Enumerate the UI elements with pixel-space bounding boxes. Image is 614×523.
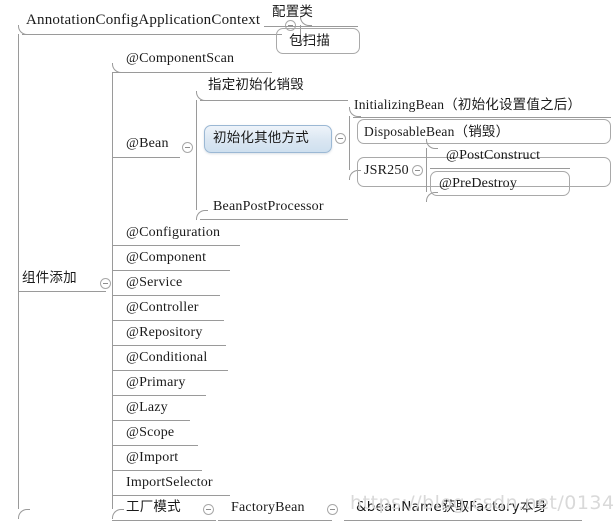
trunk-jsr250-children-lower [426,170,427,192]
node-repository[interactable]: @Repository [126,326,203,340]
trunk-level2-lower [112,290,113,509]
trunk-initother-children-lower [349,138,350,170]
node-configuration[interactable]: @Configuration [126,226,220,240]
elbow-root-to-bottom [18,509,30,519]
toggle-root[interactable] [100,278,111,289]
underline-conditional [112,370,228,371]
node-bean[interactable]: @Bean [126,137,169,151]
node-init-other-ways[interactable]: 初始化其他方式 [213,131,309,146]
trunk-bean-children-lower [196,147,197,210]
node-specify-init-destroy[interactable]: 指定初始化销毁 [208,78,304,93]
underline-specify-init-destroy [200,100,348,101]
trunk-root-upper [18,34,19,291]
underline-component-scan [112,72,272,73]
node-root[interactable]: 组件添加 [22,271,77,286]
node-config-class[interactable]: 配置类 [272,5,313,20]
trunk-bean-children-upper [196,100,197,147]
node-lazy[interactable]: @Lazy [126,401,168,415]
toggle-init-other-ways[interactable] [335,133,346,144]
trunk-initother-children-upper [349,116,350,138]
underline-configuration [112,245,240,246]
node-controller[interactable]: @Controller [126,301,199,315]
node-package-scan[interactable]: 包扫描 [289,34,330,49]
underline-factory-bean [218,520,332,521]
node-conditional[interactable]: @Conditional [126,351,207,365]
node-disposable-bean[interactable]: DisposableBean（销毁） [364,125,509,139]
underline-import [112,470,202,471]
trunk-level2-upper [112,72,113,290]
node-bean-post-processor[interactable]: BeanPostProcessor [213,200,324,214]
toggle-factory-bean[interactable] [327,504,338,515]
underline-import-selector [112,495,230,496]
node-initializing-bean[interactable]: InitializingBean（初始化设置值之后） [354,98,581,112]
node-primary[interactable]: @Primary [126,376,186,390]
underline-initializing-bean [353,117,611,118]
node-import-selector[interactable]: ImportSelector [126,476,213,490]
node-factory-self[interactable]: &beanName获取Factory本身 [356,500,547,515]
node-pre-destroy[interactable]: @PreDestroy [439,177,517,191]
underline-lazy [112,420,190,421]
toggle-factory-pattern[interactable] [203,504,214,515]
underline-factory-self [344,520,582,521]
underline-bean-post-processor [200,219,348,220]
underline-repository [112,345,226,346]
mindmap-canvas: 组件添加 AnnotationConfigApplicationContext … [0,0,614,523]
underline-factory-pattern [112,520,216,521]
underline-component [112,270,230,271]
underline-post-construct [430,168,570,169]
underline-appcontext [22,34,282,35]
node-jsr250[interactable]: JSR250 [364,164,409,178]
node-service[interactable]: @Service [126,276,182,290]
underline-scope [112,445,198,446]
underline-controller [112,320,224,321]
elbow-jsr250-to-postconstruct [426,139,438,149]
node-annotation-config-application-context[interactable]: AnnotationConfigApplicationContext [26,13,260,28]
node-factory-bean[interactable]: FactoryBean [231,501,305,515]
toggle-jsr250[interactable] [412,165,423,176]
underline-service [112,295,220,296]
trunk-jsr250-children-upper [426,148,427,170]
underline-bean [112,157,180,158]
node-factory-pattern[interactable]: 工厂模式 [126,500,181,515]
elbow-level2-bottom [112,509,124,519]
node-component[interactable]: @Component [126,251,206,265]
underline-config-class [264,26,358,27]
node-import[interactable]: @Import [126,451,178,465]
underline-primary [112,395,206,396]
node-component-scan[interactable]: @ComponentScan [126,52,234,66]
trunk-root-lower [18,291,19,509]
underline-root [18,291,106,292]
toggle-bean[interactable] [182,142,193,153]
node-post-construct[interactable]: @PostConstruct [446,149,540,163]
node-scope[interactable]: @Scope [126,426,174,440]
